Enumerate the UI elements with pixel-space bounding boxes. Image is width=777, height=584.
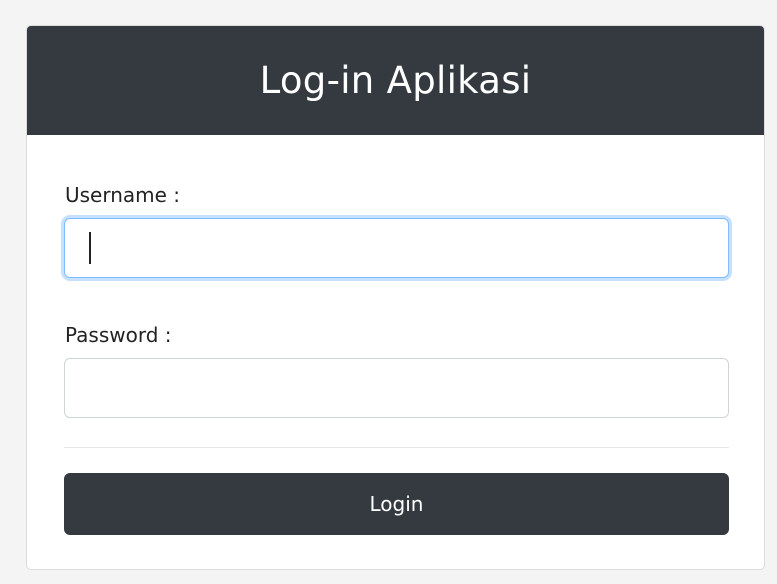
username-input[interactable] xyxy=(64,218,729,278)
divider xyxy=(64,447,729,448)
text-cursor xyxy=(89,232,91,264)
password-input[interactable] xyxy=(64,358,729,418)
username-label: Username : xyxy=(65,183,181,207)
login-button[interactable]: Login xyxy=(64,473,729,535)
login-card: Log-in Aplikasi Username : Password : Lo… xyxy=(26,25,765,570)
page-title: Log-in Aplikasi xyxy=(259,59,532,102)
password-label: Password : xyxy=(65,323,172,347)
card-header: Log-in Aplikasi xyxy=(27,26,764,135)
